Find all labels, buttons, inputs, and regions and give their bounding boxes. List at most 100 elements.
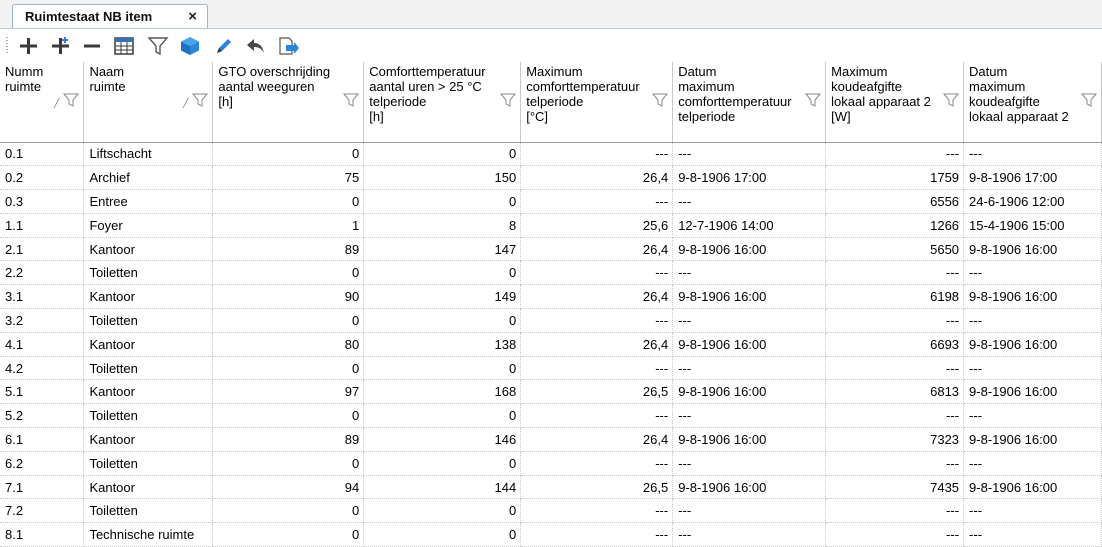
- table-cell[interactable]: 26,4: [520, 332, 674, 357]
- table-row[interactable]: 8.1 Technische ruimte 0 0 --- --- --- ---: [0, 522, 1102, 547]
- table-cell[interactable]: 1.1: [0, 213, 85, 238]
- table-cell[interactable]: ---: [825, 308, 965, 333]
- column-filter-icon[interactable]: [343, 93, 360, 107]
- table-row[interactable]: 6.2 Toiletten 0 0 --- --- --- ---: [0, 451, 1102, 476]
- table-cell[interactable]: Kantoor: [83, 427, 214, 452]
- table-cell[interactable]: 97: [212, 379, 365, 405]
- table-cell[interactable]: 9-8-1906 16:00: [963, 379, 1102, 405]
- table-cell[interactable]: ---: [520, 403, 674, 429]
- table-cell[interactable]: 6693: [825, 332, 965, 357]
- table-cell[interactable]: Toiletten: [83, 356, 214, 381]
- table-cell[interactable]: ---: [520, 142, 674, 167]
- table-cell[interactable]: 9-8-1906 16:00: [963, 284, 1102, 310]
- table-row[interactable]: 0.3 Entree 0 0 --- --- 6556 24-6-1906 12:00: [0, 189, 1102, 214]
- table-cell[interactable]: Archief: [83, 165, 214, 191]
- column-header[interactable]: Comforttemperatuur aantal uren > 25 °C t…: [363, 62, 522, 143]
- table-cell[interactable]: Toiletten: [83, 403, 214, 429]
- column-header[interactable]: Maximum comforttemperatuur telperiode [°…: [520, 62, 674, 143]
- table-cell[interactable]: 6.1: [0, 427, 85, 452]
- table-cell[interactable]: 7.2: [0, 498, 85, 524]
- table-cell[interactable]: Toiletten: [83, 451, 214, 476]
- table-cell[interactable]: 1: [212, 213, 365, 238]
- table-cell[interactable]: 146: [363, 427, 522, 452]
- table-cell[interactable]: 5.1: [0, 379, 85, 405]
- table-cell[interactable]: ---: [963, 142, 1102, 167]
- column-filter-icon[interactable]: [652, 93, 669, 107]
- table-cell[interactable]: 26,5: [520, 475, 674, 500]
- table-cell[interactable]: 0.2: [0, 165, 85, 191]
- table-cell[interactable]: 144: [363, 475, 522, 500]
- table-cell[interactable]: 89: [212, 427, 365, 452]
- table-cell[interactable]: ---: [520, 356, 674, 381]
- remove-icon[interactable]: [80, 34, 104, 58]
- table-cell[interactable]: Technische ruimte: [83, 522, 214, 547]
- export-icon[interactable]: [276, 34, 300, 58]
- table-cell[interactable]: 89: [212, 237, 365, 262]
- column-header[interactable]: Maximum koudeafgifte lokaal apparaat 2 […: [825, 62, 965, 143]
- table-cell[interactable]: 26,5: [520, 379, 674, 405]
- table-icon[interactable]: [112, 34, 136, 58]
- table-cell[interactable]: 94: [212, 475, 365, 500]
- table-cell[interactable]: ---: [520, 189, 674, 214]
- table-cell[interactable]: 4.1: [0, 332, 85, 357]
- column-header[interactable]: Numm ruimte ╱: [0, 62, 85, 143]
- table-cell[interactable]: Kantoor: [83, 332, 214, 357]
- table-cell[interactable]: 0: [212, 451, 365, 476]
- table-cell[interactable]: 8: [363, 213, 522, 238]
- table-cell[interactable]: Toiletten: [83, 308, 214, 333]
- table-cell[interactable]: ---: [825, 522, 965, 547]
- table-cell[interactable]: 80: [212, 332, 365, 357]
- table-cell[interactable]: 0: [363, 189, 522, 214]
- table-cell[interactable]: 7.1: [0, 475, 85, 500]
- table-cell[interactable]: 9-8-1906 16:00: [672, 332, 827, 357]
- table-cell[interactable]: ---: [672, 451, 827, 476]
- table-cell[interactable]: ---: [520, 522, 674, 547]
- table-cell[interactable]: 6813: [825, 379, 965, 405]
- table-row[interactable]: 3.1 Kantoor 90 149 26,4 9-8-1906 16:00 6198 9-8…: [0, 284, 1102, 310]
- table-cell[interactable]: 0: [363, 403, 522, 429]
- table-cell[interactable]: Kantoor: [83, 379, 214, 405]
- table-cell[interactable]: 5.2: [0, 403, 85, 429]
- table-row[interactable]: 2.1 Kantoor 89 147 26,4 9-8-1906 16:00 5650 9-8…: [0, 237, 1102, 262]
- table-cell[interactable]: ---: [825, 403, 965, 429]
- table-cell[interactable]: ---: [672, 356, 827, 381]
- table-cell[interactable]: 26,4: [520, 237, 674, 262]
- table-cell[interactable]: ---: [825, 260, 965, 286]
- table-cell[interactable]: 6198: [825, 284, 965, 310]
- table-cell[interactable]: 9-8-1906 16:00: [963, 475, 1102, 500]
- column-header[interactable]: Naam ruimte ╱: [83, 62, 214, 143]
- table-cell[interactable]: 147: [363, 237, 522, 262]
- table-cell[interactable]: 26,4: [520, 284, 674, 310]
- table-cell[interactable]: 0: [363, 142, 522, 167]
- table-cell[interactable]: 3.1: [0, 284, 85, 310]
- table-cell[interactable]: 26,4: [520, 427, 674, 452]
- table-cell[interactable]: 2.2: [0, 260, 85, 286]
- table-cell[interactable]: 24-6-1906 12:00: [963, 189, 1102, 214]
- table-cell[interactable]: ---: [963, 451, 1102, 476]
- table-cell[interactable]: 0: [212, 522, 365, 547]
- table-cell[interactable]: ---: [963, 498, 1102, 524]
- table-cell[interactable]: 150: [363, 165, 522, 191]
- table-cell[interactable]: ---: [963, 308, 1102, 333]
- table-cell[interactable]: 1266: [825, 213, 965, 238]
- table-cell[interactable]: 75: [212, 165, 365, 191]
- table-cell[interactable]: 9-8-1906 16:00: [672, 284, 827, 310]
- table-cell[interactable]: 0: [363, 522, 522, 547]
- table-cell[interactable]: 0: [212, 308, 365, 333]
- undo-icon[interactable]: [244, 34, 268, 58]
- table-cell[interactable]: 25,6: [520, 213, 674, 238]
- column-filter-icon[interactable]: [943, 93, 960, 107]
- table-cell[interactable]: ---: [672, 142, 827, 167]
- table-cell[interactable]: Liftschacht: [83, 142, 214, 167]
- table-cell[interactable]: ---: [672, 189, 827, 214]
- add-icon[interactable]: [16, 34, 40, 58]
- table-cell[interactable]: 7323: [825, 427, 965, 452]
- table-cell[interactable]: 0: [363, 451, 522, 476]
- column-header[interactable]: Datum maximum comforttemperatuur telperi…: [672, 62, 827, 143]
- table-cell[interactable]: ---: [825, 451, 965, 476]
- table-cell[interactable]: ---: [825, 142, 965, 167]
- table-row[interactable]: 6.1 Kantoor 89 146 26,4 9-8-1906 16:00 7323 9-8…: [0, 427, 1102, 452]
- close-icon[interactable]: ×: [188, 8, 197, 25]
- table-cell[interactable]: Entree: [83, 189, 214, 214]
- table-cell[interactable]: 9-8-1906 16:00: [672, 379, 827, 405]
